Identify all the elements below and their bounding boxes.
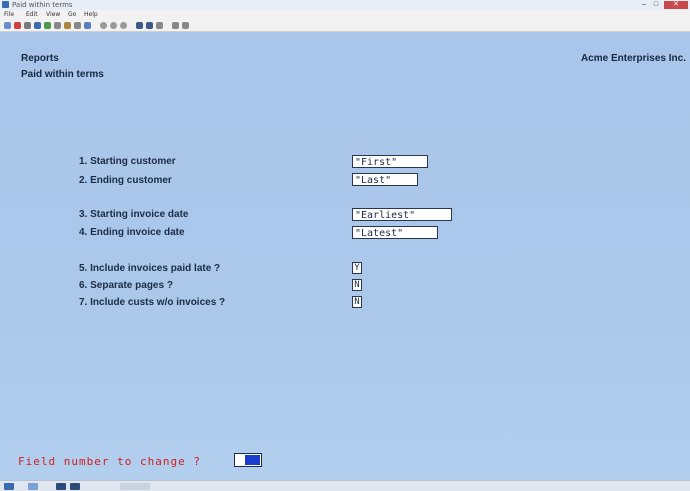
start-icon[interactable] (4, 483, 14, 490)
cut-icon[interactable] (74, 22, 81, 29)
zoom-icon[interactable] (146, 22, 153, 29)
field-label-starting-invoice-date: 3. Starting invoice date (79, 209, 189, 220)
taskbar (0, 480, 690, 491)
folder-icon[interactable] (56, 483, 66, 490)
menu-item-view[interactable]: View (46, 10, 60, 20)
menu-item-go[interactable]: Go (68, 10, 76, 20)
next-record-icon[interactable] (120, 22, 127, 29)
ending-invoice-date-field[interactable]: "Latest" (352, 226, 438, 239)
field-number-input[interactable] (234, 453, 262, 467)
close-button[interactable]: ✕ (664, 1, 688, 9)
menu-item-file[interactable]: File (4, 10, 14, 20)
toolbar (0, 20, 690, 32)
copy-icon[interactable] (44, 22, 51, 29)
menu-item-help[interactable]: Help (84, 10, 98, 20)
minimize-button[interactable]: – (638, 1, 650, 9)
undo-icon[interactable] (64, 22, 71, 29)
include-paid-late-field[interactable]: Y (352, 262, 362, 274)
field-number-prompt: Field number to change ? (18, 455, 201, 468)
field-label-ending-invoice-date: 4. Ending invoice date (79, 227, 185, 238)
window-title: Paid within terms (12, 1, 73, 9)
back-icon[interactable] (4, 22, 11, 29)
delete-icon[interactable] (84, 22, 91, 29)
field-label-include-paid-late: 5. Include invoices paid late ? (79, 263, 221, 274)
include-custs-without-invoices-field[interactable]: N (352, 296, 362, 308)
maximize-button[interactable]: □ (650, 1, 662, 9)
print-icon[interactable] (24, 22, 31, 29)
field-label-starting-customer: 1. Starting customer (79, 156, 176, 167)
app-taskbar-icon[interactable] (70, 483, 80, 490)
starting-customer-field[interactable]: "First" (352, 155, 428, 168)
taskbar-window-button[interactable] (120, 483, 150, 490)
stop-icon[interactable] (14, 22, 21, 29)
browser-icon[interactable] (28, 483, 38, 490)
app-icon (2, 1, 9, 8)
text-cursor (245, 455, 260, 465)
section-title: Reports (21, 53, 59, 64)
company-name: Acme Enterprises Inc. (580, 53, 686, 64)
menu-bar: File Edit View Go Help (0, 10, 690, 20)
report-title: Paid within terms (21, 69, 104, 80)
terminal-screen (0, 32, 690, 480)
refresh-icon[interactable] (156, 22, 163, 29)
ending-customer-field[interactable]: "Last" (352, 173, 418, 186)
field-label-ending-customer: 2. Ending customer (79, 175, 172, 186)
field-label-separate-pages: 6. Separate pages ? (79, 280, 173, 291)
settings-icon[interactable] (182, 22, 189, 29)
save-icon[interactable] (34, 22, 41, 29)
help-icon[interactable] (172, 22, 179, 29)
menu-item-edit[interactable]: Edit (26, 10, 38, 20)
prev-record-icon[interactable] (110, 22, 117, 29)
starting-invoice-date-field[interactable]: "Earliest" (352, 208, 452, 221)
field-label-include-custs-without-invoices: 7. Include custs w/o invoices ? (79, 297, 226, 308)
find-icon[interactable] (136, 22, 143, 29)
paste-icon[interactable] (54, 22, 61, 29)
first-record-icon[interactable] (100, 22, 107, 29)
separate-pages-field[interactable]: N (352, 279, 362, 291)
